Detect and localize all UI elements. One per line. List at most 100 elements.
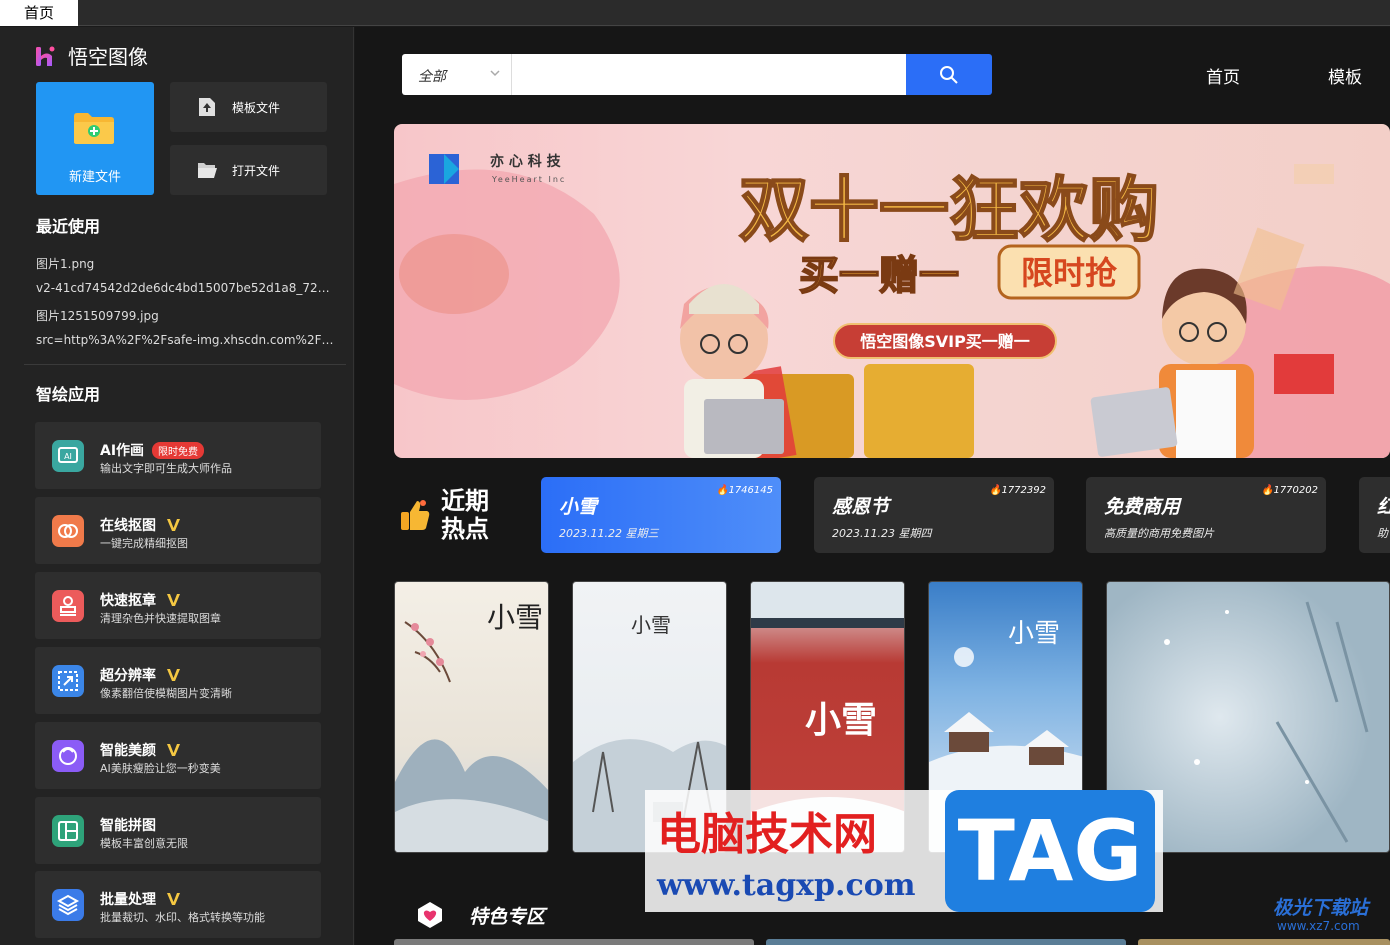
main-content: 全部 首页 模板 亦 心 科 技 YeeHeart Inc 双十一狂欢购 买一赠… <box>355 27 1390 945</box>
template-file-label: 模板文件 <box>232 100 281 115</box>
hot-card[interactable]: 红 助 <box>1359 477 1390 553</box>
watermark-site-cn: 电脑技术网 <box>657 809 877 860</box>
apps-title: 智绘应用 <box>36 385 101 404</box>
layers-icon <box>52 889 84 921</box>
app-logo-icon <box>36 46 55 66</box>
recent-item[interactable]: v2-41cd74542d2de6dc4bd15007be52d1a8_720w… <box>36 281 336 295</box>
banner-company-cn: 亦 心 科 技 <box>490 153 562 170</box>
open-file-button[interactable]: 打开文件 <box>170 145 327 195</box>
fire-icon: 🔥 <box>989 485 1002 496</box>
app-batch-process[interactable]: 批量处理 批量裁切、水印、格式转换等功能 <box>35 871 321 938</box>
open-file-label: 打开文件 <box>232 163 281 178</box>
app-desc: 清理杂色并快速提取图章 <box>100 612 221 625</box>
app-desc: 输出文字即可生成大师作品 <box>100 462 232 475</box>
poster-title: 小雪 <box>487 601 543 634</box>
hot-topics-label: 近期热点 <box>441 487 489 543</box>
vip-icon <box>167 669 180 681</box>
watermark-tag: TAG <box>945 790 1155 912</box>
hot-card-count: 🔥1746145 <box>716 485 773 496</box>
new-file-button[interactable]: 新建文件 <box>36 82 154 195</box>
poster-card[interactable]: 小雪 <box>394 581 549 853</box>
vip-icon <box>167 594 180 606</box>
thumbs-up-icon <box>401 500 430 530</box>
hot-topics-header: 近期热点 <box>399 487 501 543</box>
app-name: 智能拼图 <box>100 818 156 834</box>
fire-icon: 🔥 <box>1261 485 1274 496</box>
banner-headline: 双十一狂欢购 <box>739 169 1159 251</box>
hot-card-title: 免费商用 <box>1104 496 1181 518</box>
tab-home[interactable]: 首页 <box>0 0 78 26</box>
watermark-overlay: 电脑技术网 www.tagxp.com TAG <box>645 790 1163 912</box>
free-badge: 限时免费 <box>152 441 205 459</box>
app-smart-beauty[interactable]: 智能美颜 AI美肤瘦脸让您一秒变美 <box>35 722 321 789</box>
banner-sub-right: 限时抢 <box>1021 254 1118 292</box>
app-desc: AI美肤瘦脸让您一秒变美 <box>100 762 221 775</box>
recent-title: 最近使用 <box>36 217 101 236</box>
app-stamp-extract[interactable]: 快速抠章 清理杂色并快速提取图章 <box>35 572 321 639</box>
cutout-icon <box>52 515 84 547</box>
watermark-corner-url: www.xz7.com <box>1277 919 1360 933</box>
app-name: 超分辨率 <box>100 668 156 684</box>
search-bar: 全部 <box>402 54 992 95</box>
app-name: 批量处理 <box>100 892 156 908</box>
hot-card-title: 红 <box>1377 492 1390 519</box>
app-super-resolution[interactable]: 超分辨率 像素翻倍使模糊图片变清晰 <box>35 647 321 714</box>
hot-card-title: 小雪 <box>559 496 598 518</box>
divider <box>24 364 346 365</box>
heart-icon <box>418 902 442 928</box>
feature-card[interactable] <box>766 939 1126 945</box>
stamp-icon <box>52 590 84 622</box>
poster-title: 小雪 <box>805 699 877 741</box>
collage-icon <box>52 815 84 847</box>
search-icon <box>940 65 958 84</box>
feature-card[interactable] <box>394 939 754 945</box>
banner-promo: 悟空图像SVIP买一赠一 <box>860 332 1030 351</box>
hot-card[interactable]: 小雪 2023.11.22 星期三 🔥1746145 <box>541 477 781 553</box>
watermark-site-url: www.tagxp.com <box>657 868 916 903</box>
watermark-corner: 极光下载站 <box>1273 897 1369 919</box>
folder-add-icon <box>74 113 114 144</box>
search-button[interactable] <box>906 54 992 95</box>
title-bar: 首页 <box>0 0 1390 26</box>
promo-banner[interactable]: 亦 心 科 技 YeeHeart Inc 双十一狂欢购 买一赠一 限时抢 悟空图… <box>394 124 1390 458</box>
nav-home[interactable]: 首页 <box>1206 63 1240 88</box>
feature-card[interactable] <box>1138 939 1390 945</box>
poster-title: 小雪 <box>631 613 671 637</box>
vip-icon <box>167 519 180 531</box>
recent-item[interactable]: 图片1.png <box>36 255 336 272</box>
app-ai-paint[interactable]: AI AI作画 限时免费 输出文字即可生成大师作品 <box>35 422 321 489</box>
upload-file-icon <box>199 98 215 116</box>
template-file-button[interactable]: 模板文件 <box>170 82 327 132</box>
feature-zone-label: 特色专区 <box>469 905 546 928</box>
search-input[interactable] <box>512 54 907 95</box>
app-desc: 模板丰富创意无限 <box>100 837 188 850</box>
hot-card-count-value: 1770202 <box>1273 485 1318 496</box>
nav-template[interactable]: 模板 <box>1328 63 1362 88</box>
search-scope-select[interactable]: 全部 <box>402 54 512 95</box>
brand: 悟空图像 <box>34 41 148 70</box>
hot-card[interactable]: 感恩节 2023.11.23 星期四 🔥1772392 <box>814 477 1054 553</box>
new-file-label: 新建文件 <box>68 170 121 185</box>
app-name: AI作画 <box>100 443 145 459</box>
super-resolution-icon <box>52 665 84 697</box>
app-desc: 一键完成精细抠图 <box>100 537 188 550</box>
ai-paint-icon: AI <box>52 440 84 472</box>
hot-card[interactable]: 免费商用 高质量的商用免费图片 🔥1770202 <box>1086 477 1326 553</box>
poster-image: 小雪 <box>395 601 548 852</box>
chevron-down-icon <box>490 70 500 77</box>
app-smart-collage[interactable]: 智能拼图 模板丰富创意无限 <box>35 797 321 864</box>
recent-item[interactable]: src=http%3A%2F%2Fsafe-img.xhscdn.com%2Fb… <box>36 333 336 347</box>
fire-icon: 🔥 <box>716 485 729 496</box>
recent-item[interactable]: 图片1251509799.jpg <box>36 307 336 324</box>
app-online-cutout[interactable]: 在线抠图 一键完成精细抠图 <box>35 497 321 564</box>
app-name: 悟空图像 <box>68 45 148 69</box>
hot-card-count: 🔥1770202 <box>1261 485 1318 496</box>
banner-sub-left: 买一赠一 <box>799 253 959 299</box>
hot-card-count: 🔥1772392 <box>989 485 1046 496</box>
vip-icon <box>167 893 180 905</box>
hot-card-count-value: 1772392 <box>1001 485 1046 496</box>
app-desc: 批量裁切、水印、格式转换等功能 <box>100 911 265 924</box>
svg-text:AI: AI <box>64 452 72 461</box>
feature-zone-header: 特色专区 <box>415 900 545 930</box>
sidebar: 悟空图像 新建文件 模板文件 打开文件 最近使用 图片1.png v2-41cd… <box>0 27 354 945</box>
